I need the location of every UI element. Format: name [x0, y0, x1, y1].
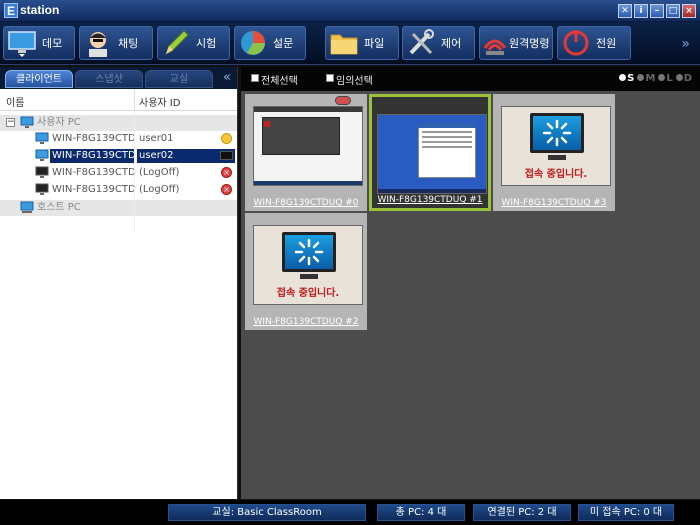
column-name[interactable]: 이름 — [6, 94, 24, 109]
collapse-panel-icon[interactable]: « — [223, 70, 231, 85]
tab-classroom[interactable]: 교실 — [145, 70, 213, 88]
pencil-icon — [160, 28, 192, 58]
tools-icon — [405, 28, 437, 58]
exam-button[interactable]: 시험 — [157, 26, 230, 60]
tab-client[interactable]: 클라이언트 — [5, 70, 73, 88]
control-button[interactable]: 제어 — [402, 26, 475, 60]
random-select-label: 임의선택 — [336, 76, 373, 87]
monitor-icon — [6, 28, 38, 58]
status-bar: 교실: Basic ClassRoom 총 PC: 4 대 연결된 PC: 2 … — [0, 500, 700, 525]
connecting-preview: 접속 중입니다. — [253, 225, 363, 305]
main-toolbar: 데모 채팅 시험 설문 파일 제어 원격명령 전원 » — [0, 22, 700, 65]
folder-icon — [328, 28, 360, 58]
power-button[interactable]: 전원 — [557, 26, 631, 60]
tab-snapshot[interactable]: 스냅샷 — [75, 70, 143, 88]
connecting-message: 접속 중입니다. — [524, 169, 588, 180]
view-mode-l[interactable]: L — [658, 73, 673, 84]
pc-offline-icon — [35, 166, 49, 178]
pc-online-icon — [35, 132, 49, 144]
remote-command-button[interactable]: 원격명령 — [479, 26, 553, 60]
pie-chart-icon — [237, 28, 269, 58]
view-mode-d[interactable]: D — [675, 73, 692, 84]
file-button[interactable]: 파일 — [325, 26, 399, 60]
status-classroom: 교실: Basic ClassRoom — [168, 504, 366, 521]
client-row[interactable]: WIN-F8G139CTDUQ (LogOff) × — [0, 165, 237, 181]
monitor-icon — [282, 232, 336, 272]
client-tabs: 클라이언트 스냅샷 교실 « — [0, 67, 237, 89]
chat-person-icon — [82, 28, 114, 58]
select-all-label: 전체선택 — [261, 76, 298, 87]
column-user-id[interactable]: 사용자 ID — [139, 94, 180, 109]
column-header: 이름 사용자 ID — [0, 89, 237, 111]
thumbnail-caption: WIN-F8G139CTDUQ #2 — [253, 317, 359, 327]
tree-group-host-pc[interactable]: 호스트 PC — [0, 200, 237, 216]
screen-preview — [253, 106, 363, 186]
screen-preview — [377, 114, 487, 194]
status-busy-icon — [221, 133, 232, 144]
status-offline-icon: × — [221, 184, 232, 195]
remote-command-icon — [482, 28, 508, 58]
tree-group-user-pc[interactable]: − 사용자 PC — [0, 115, 237, 131]
status-total-pc: 총 PC: 4 대 — [377, 504, 465, 521]
client-row[interactable]: WIN-F8G139CTDUQ user01 — [0, 131, 237, 147]
thumbnail-caption: WIN-F8G139CTDUQ #3 — [501, 198, 607, 208]
view-mode-s[interactable]: S — [619, 73, 634, 84]
chat-bubble-icon — [335, 96, 351, 105]
maximize-icon[interactable]: □ — [666, 4, 680, 18]
demo-button[interactable]: 데모 — [3, 26, 75, 60]
app-logo-icon: E — [4, 3, 18, 18]
tools-icon[interactable]: ✕ — [618, 4, 632, 18]
client-thumbnail[interactable]: 접속 중입니다. WIN-F8G139CTDUQ #2 — [245, 213, 367, 330]
app-title: station — [20, 3, 60, 17]
status-offline-icon: × — [221, 167, 232, 178]
select-all-checkbox[interactable] — [251, 74, 259, 82]
monitor-icon — [530, 113, 584, 153]
client-thumbnail[interactable]: WIN-F8G139CTDUQ #0 — [245, 94, 367, 211]
pc-online-icon — [35, 149, 49, 161]
client-thumbnail-selected[interactable]: WIN-F8G139CTDUQ #1 — [369, 94, 491, 211]
minimize-icon[interactable]: – — [650, 4, 664, 18]
random-select-checkbox[interactable] — [326, 74, 334, 82]
thumbnail-caption: WIN-F8G139CTDUQ #1 — [377, 195, 483, 205]
info-icon[interactable]: i — [634, 4, 648, 18]
thumbnail-header: 전체선택 임의선택 S M L D — [241, 67, 700, 91]
close-icon[interactable]: × — [682, 4, 696, 18]
collapse-toggle-icon[interactable]: − — [6, 118, 15, 127]
connecting-preview: 접속 중입니다. — [501, 106, 611, 186]
user-pc-group-icon — [20, 116, 34, 128]
status-disconnected-pc: 미 접속 PC: 0 대 — [578, 504, 674, 521]
view-mode-m[interactable]: M — [637, 73, 655, 84]
client-panel: 클라이언트 스냅샷 교실 « 이름 사용자 ID − 사용자 PC WIN-F8… — [0, 67, 238, 499]
power-icon — [560, 28, 592, 58]
status-connected-pc: 연결된 PC: 2 대 — [473, 504, 571, 521]
pc-offline-icon — [35, 183, 49, 195]
view-mode-selector: S M L D — [619, 73, 692, 84]
title-bar: E station ✕ i – □ × — [0, 0, 700, 22]
thumbnail-caption: WIN-F8G139CTDUQ #0 — [253, 198, 359, 208]
survey-button[interactable]: 설문 — [234, 26, 306, 60]
client-row-selected[interactable]: WIN-F8G139CTDUQ user02 — [0, 148, 237, 164]
thumbnail-panel: 전체선택 임의선택 S M L D WIN-F8G139CTDUQ #0 WIN… — [241, 67, 700, 499]
status-screen-icon — [220, 151, 233, 160]
toolbar-more-icon[interactable]: » — [681, 36, 690, 52]
host-pc-icon — [20, 201, 34, 213]
chat-button[interactable]: 채팅 — [79, 26, 153, 60]
client-row[interactable]: WIN-F8G139CTDUQ (LogOff) × — [0, 182, 237, 198]
client-thumbnail[interactable]: 접속 중입니다. WIN-F8G139CTDUQ #3 — [493, 94, 615, 211]
connecting-message: 접속 중입니다. — [276, 288, 340, 299]
